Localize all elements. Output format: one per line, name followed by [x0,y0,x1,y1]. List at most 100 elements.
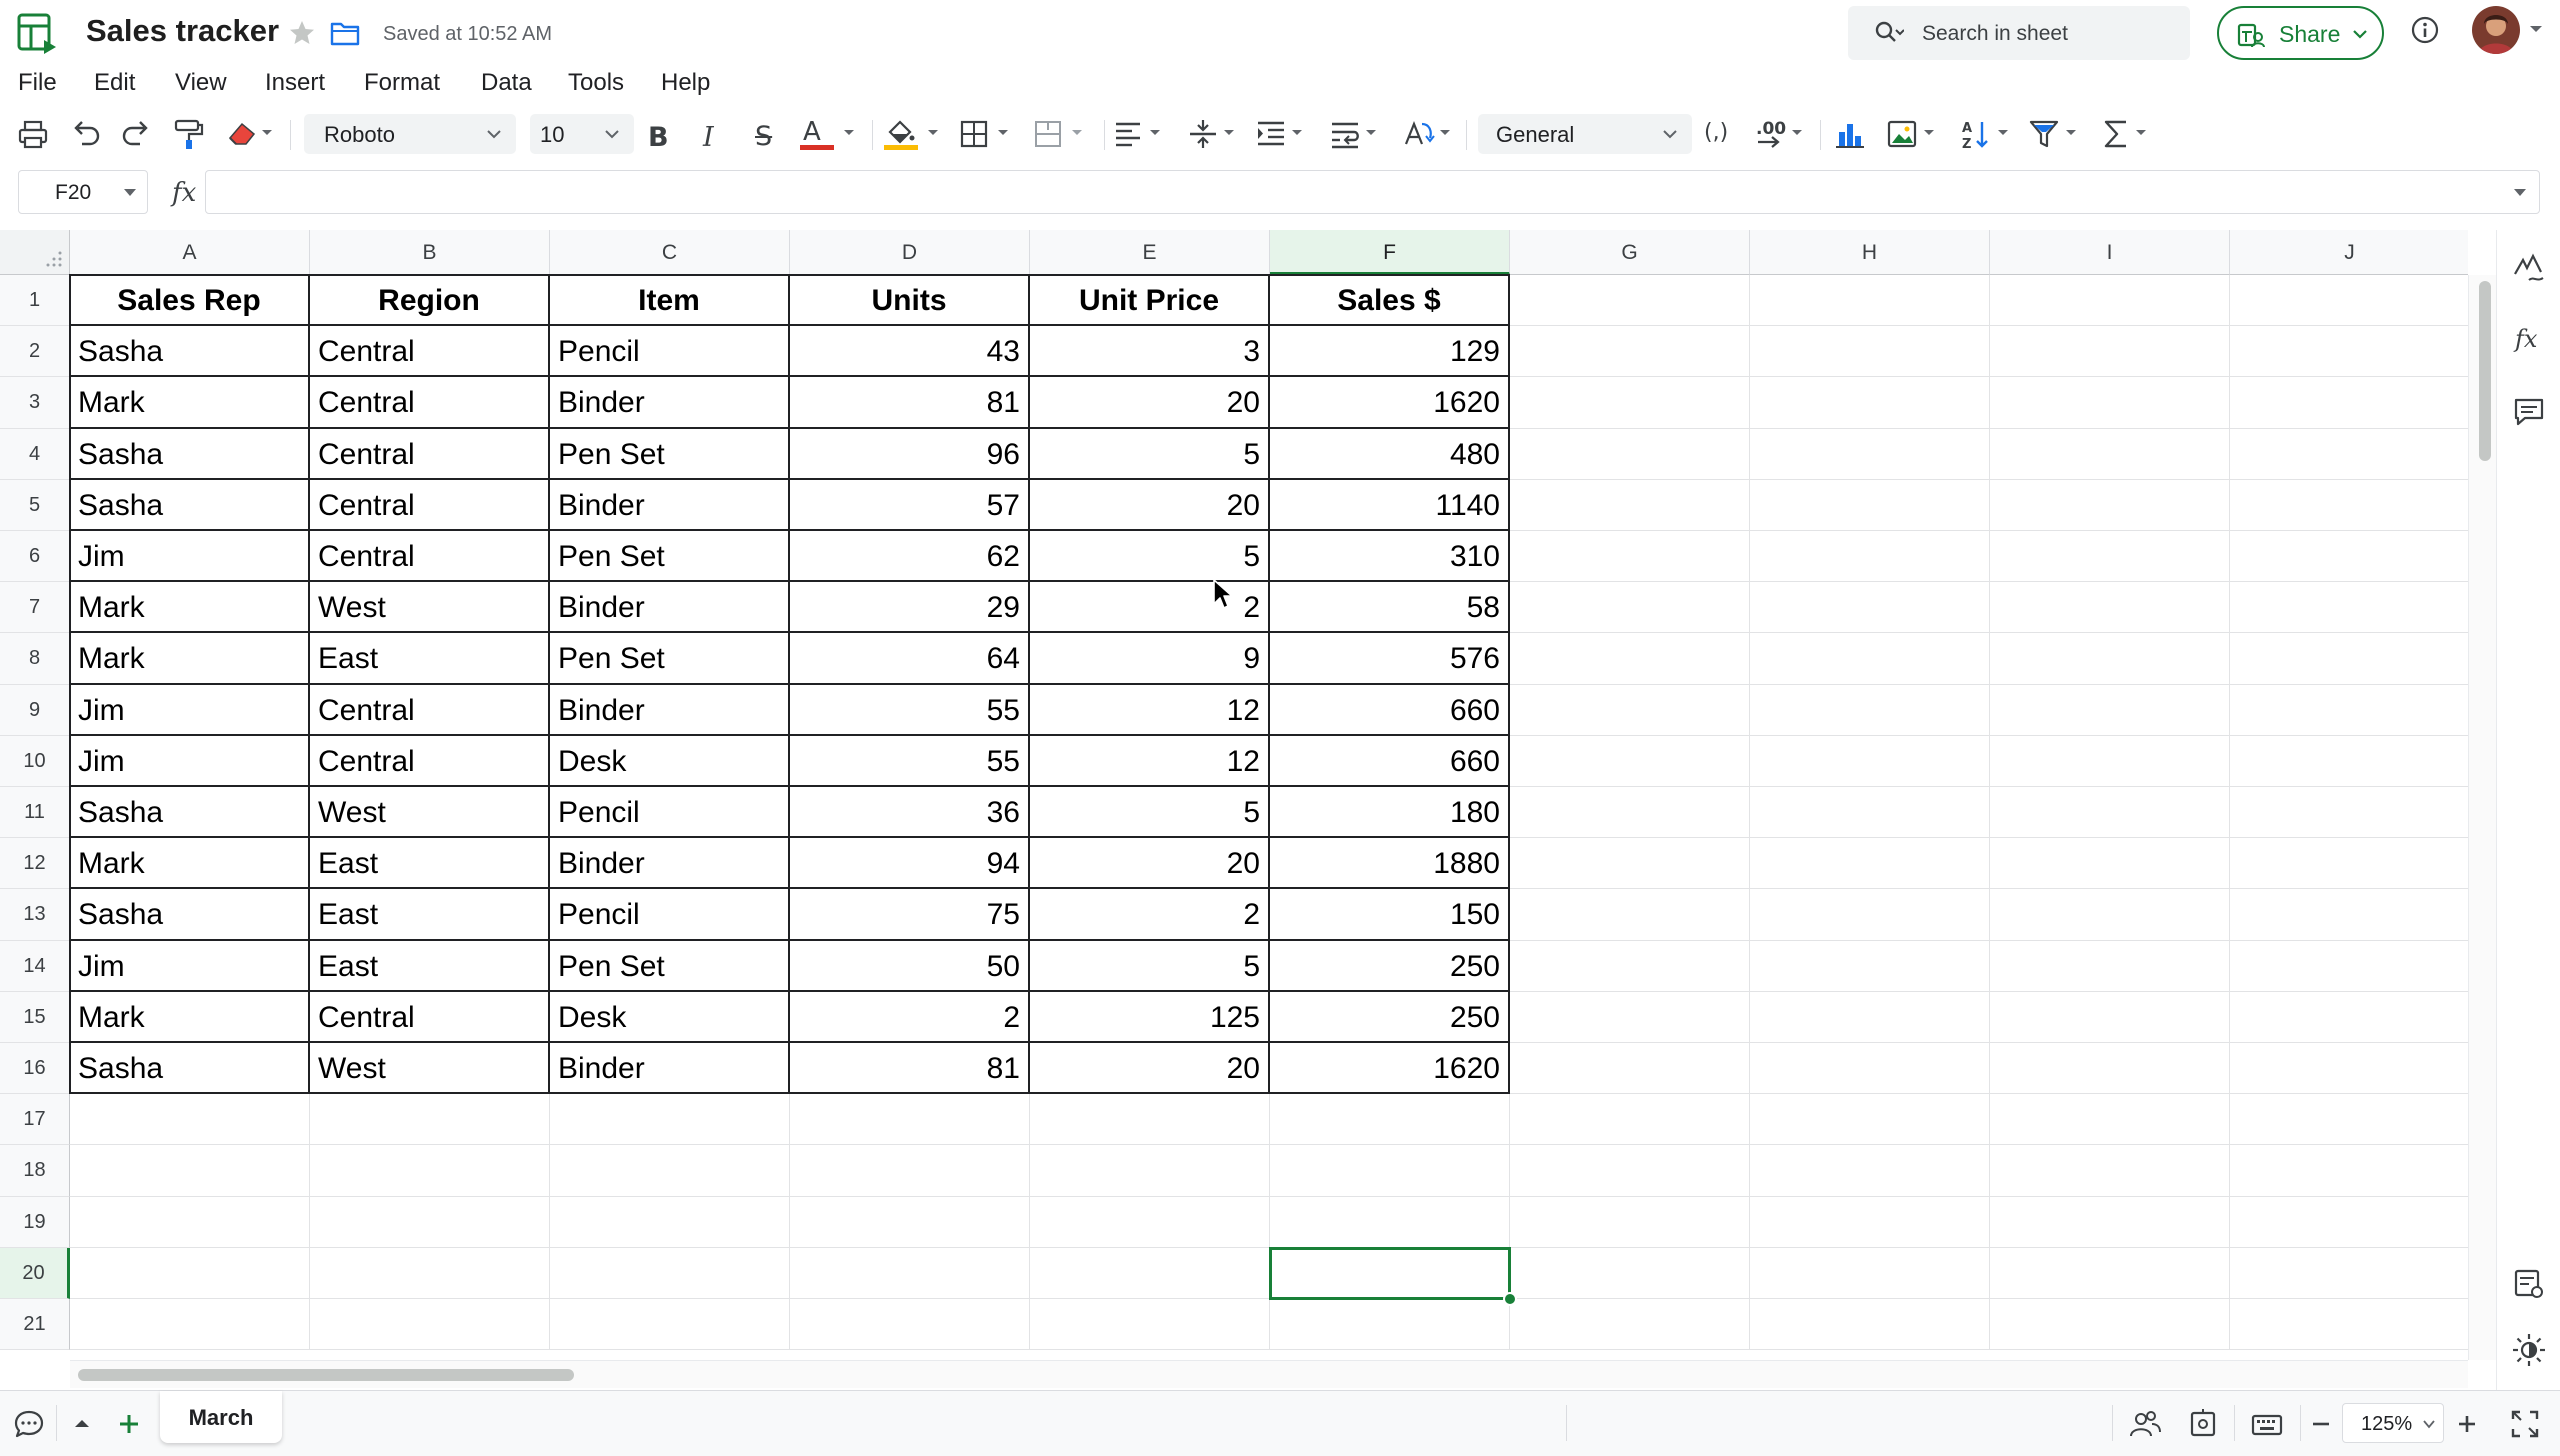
cell-d8[interactable]: 64 [790,633,1030,685]
cell-f11[interactable]: 180 [1270,787,1510,839]
cell-j20[interactable] [2230,1248,2468,1299]
clear-format-icon[interactable] [224,116,276,152]
strikethrough-button[interactable]: S [755,121,772,152]
cell-j17[interactable] [2230,1094,2468,1146]
cell-g4[interactable] [1510,428,1750,480]
document-title[interactable]: Sales tracker [86,13,279,49]
cell-i3[interactable] [1990,377,2230,429]
cell-d9[interactable]: 55 [790,684,1030,736]
cell-f5[interactable]: 1140 [1270,479,1510,531]
cell-g17[interactable] [1510,1094,1750,1146]
cell-j9[interactable] [2230,685,2468,736]
insert-chart-icon[interactable] [1832,116,1868,152]
cell-b16[interactable]: West [310,1043,550,1095]
cell-c19[interactable] [550,1196,790,1248]
sheet-properties-icon[interactable] [2511,1266,2547,1302]
cell-d20[interactable] [790,1247,1030,1299]
cell-h6[interactable] [1750,531,1990,583]
cell-j12[interactable] [2230,838,2468,890]
row-header-12[interactable]: 12 [0,838,70,890]
cell-a21[interactable] [70,1299,310,1351]
cell-c11[interactable]: Pencil [550,787,790,839]
text-wrap-icon[interactable] [1328,116,1384,152]
cell-d5[interactable]: 57 [790,479,1030,531]
row-header-7[interactable]: 7 [0,582,70,634]
row-header-17[interactable]: 17 [0,1094,70,1146]
cell-b14[interactable]: East [310,940,550,992]
cell-g9[interactable] [1510,684,1750,736]
cell-h1[interactable] [1750,275,1990,327]
cell-j13[interactable] [2230,889,2468,941]
cell-i1[interactable] [1990,275,2230,327]
cell-b4[interactable]: Central [310,428,550,480]
column-header-h[interactable]: H [1750,230,1990,275]
cell-c16[interactable]: Binder [550,1043,790,1095]
column-header-b[interactable]: B [310,230,550,275]
cell-b6[interactable]: Central [310,531,550,583]
cell-h8[interactable] [1750,633,1990,685]
cell-a14[interactable]: Jim [70,940,310,992]
cell-c1[interactable]: Item [550,275,790,327]
cell-e19[interactable] [1030,1196,1270,1248]
cell-g21[interactable] [1510,1299,1750,1351]
chat-icon[interactable] [12,1407,46,1441]
cell-c10[interactable]: Desk [550,735,790,787]
cell-f19[interactable] [1270,1196,1510,1248]
cell-c17[interactable] [550,1094,790,1146]
cell-i7[interactable] [1990,582,2230,634]
comma-style-button[interactable]: (,) [1704,120,1728,156]
cell-h4[interactable] [1750,428,1990,480]
cell-h21[interactable] [1750,1299,1990,1351]
cell-f10[interactable]: 660 [1270,735,1510,787]
cell-a4[interactable]: Sasha [70,428,310,480]
cell-g16[interactable] [1510,1043,1750,1095]
cell-a15[interactable]: Mark [70,991,310,1043]
cell-i11[interactable] [1990,787,2230,839]
cell-h10[interactable] [1750,735,1990,787]
function-panel-icon[interactable]: fx [2511,320,2547,356]
cell-g18[interactable] [1510,1145,1750,1197]
cell-reference-box[interactable]: F20 [18,170,148,214]
cell-h16[interactable] [1750,1043,1990,1095]
cell-j4[interactable] [2230,429,2468,480]
row-header-20[interactable]: 20 [0,1247,70,1299]
cell-j18[interactable] [2230,1145,2468,1197]
cell-a16[interactable]: Sasha [70,1043,310,1095]
print-icon[interactable] [16,116,50,152]
cell-f1[interactable]: Sales $ [1270,275,1510,327]
cell-e3[interactable]: 20 [1030,377,1270,429]
cell-e13[interactable]: 2 [1030,889,1270,941]
cell-d12[interactable]: 94 [790,838,1030,890]
row-header-9[interactable]: 9 [0,684,70,736]
cell-a5[interactable]: Sasha [70,479,310,531]
cell-e15[interactable]: 125 [1030,991,1270,1043]
zoom-select[interactable]: 125% [2342,1403,2444,1443]
cell-f7[interactable]: 58 [1270,582,1510,634]
cell-h14[interactable] [1750,940,1990,992]
cell-f14[interactable]: 250 [1270,940,1510,992]
cell-c9[interactable]: Binder [550,684,790,736]
font-family-select[interactable]: Roboto [304,114,516,154]
vertical-align-icon[interactable] [1186,116,1242,152]
cell-d17[interactable] [790,1094,1030,1146]
cell-j10[interactable] [2230,736,2468,787]
add-sheet-icon[interactable] [112,1407,146,1441]
menu-tools[interactable]: Tools [568,69,624,97]
sort-icon[interactable]: AZ [1960,116,2016,152]
cell-b20[interactable] [310,1247,550,1299]
select-all-corner[interactable] [0,230,70,275]
cell-e9[interactable]: 12 [1030,684,1270,736]
column-header-g[interactable]: G [1510,230,1750,275]
cell-a17[interactable] [70,1094,310,1146]
row-header-10[interactable]: 10 [0,735,70,787]
text-color-button[interactable]: A [800,116,860,152]
cell-c4[interactable]: Pen Set [550,428,790,480]
cell-i8[interactable] [1990,633,2230,685]
cell-a2[interactable]: Sasha [70,326,310,378]
cell-e20[interactable] [1030,1247,1270,1299]
row-header-11[interactable]: 11 [0,787,70,839]
cell-g19[interactable] [1510,1196,1750,1248]
cell-d4[interactable]: 96 [790,428,1030,480]
cell-d7[interactable]: 29 [790,582,1030,634]
column-header-i[interactable]: I [1990,230,2230,275]
